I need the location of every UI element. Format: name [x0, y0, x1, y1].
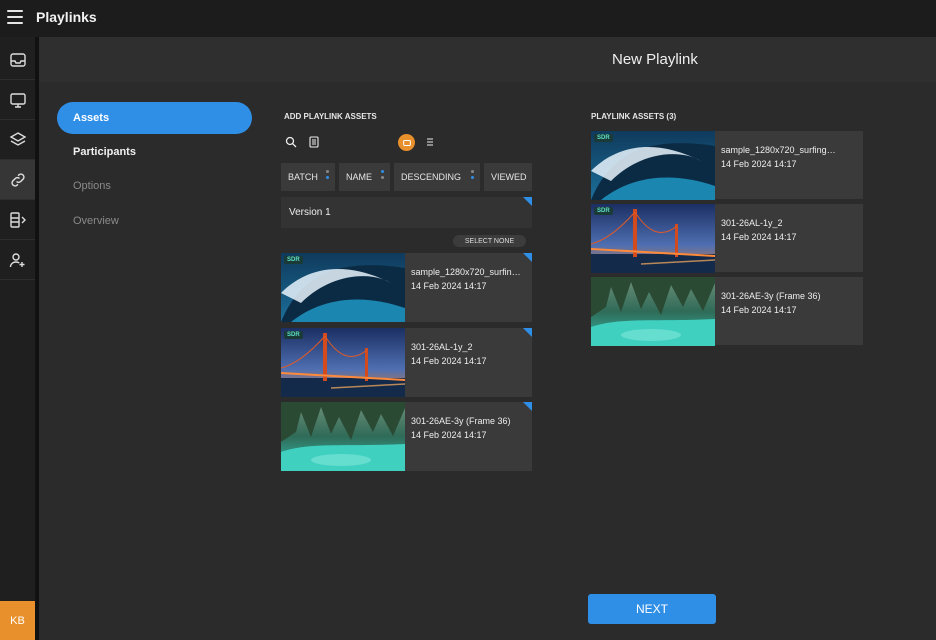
page-header: New Playlink — [39, 37, 936, 82]
asset-card[interactable]: 301-26AE-3y (Frame 36) 14 Feb 2024 14:17 — [281, 402, 532, 471]
selected-corner-indicator — [523, 402, 532, 411]
sort-batch-label: BATCH — [288, 172, 318, 182]
sort-order-button[interactable]: DESCENDING — [394, 163, 480, 191]
asset-date: 14 Feb 2024 14:17 — [411, 356, 487, 366]
asset-card[interactable]: SDR 301-26AL-1y_2 14 Feb 2024 14:17 — [281, 328, 532, 397]
monitor-icon — [9, 92, 26, 108]
selected-corner-indicator — [523, 253, 532, 262]
list-view-icon — [427, 138, 433, 146]
asset-thumbnail: SDR — [591, 131, 715, 200]
asset-name: 301-26AL-1y_2 — [721, 218, 783, 228]
nav-users[interactable] — [0, 240, 35, 280]
asset-date: 14 Feb 2024 14:17 — [721, 159, 797, 169]
sort-viewed-button[interactable]: VIEWED — [484, 163, 532, 191]
avatar[interactable]: KB — [0, 601, 35, 640]
nav-inbox[interactable] — [0, 40, 35, 80]
asset-date: 14 Feb 2024 14:17 — [721, 305, 797, 315]
step-overview[interactable]: Overview — [57, 205, 252, 237]
asset-name: sample_1280x720_surfin… — [411, 267, 521, 277]
step-options[interactable]: Options — [57, 170, 252, 202]
asset-card[interactable]: SDR sample_1280x720_surfin… 14 Feb 2024 … — [281, 253, 532, 322]
asset-date: 14 Feb 2024 14:17 — [411, 281, 487, 291]
asset-name: sample_1280x720_surfing… — [721, 145, 836, 155]
select-none-button[interactable]: SELECT NONE — [453, 235, 526, 247]
document-icon — [309, 136, 319, 148]
nav-storage[interactable] — [0, 200, 35, 240]
selected-corner-indicator — [523, 197, 532, 206]
asset-date: 14 Feb 2024 14:17 — [721, 232, 797, 242]
selected-corner-indicator — [523, 328, 532, 337]
sort-batch-dots — [326, 170, 330, 182]
step-participants[interactable]: Participants — [57, 136, 252, 168]
playlink-asset-card[interactable]: 301-26AE-3y (Frame 36) 14 Feb 2024 14:17 — [591, 277, 863, 346]
step-assets[interactable]: Assets — [57, 102, 252, 134]
version-row[interactable]: Version 1 — [281, 197, 532, 228]
asset-thumbnail: SDR — [281, 253, 405, 322]
search-button[interactable] — [283, 134, 299, 150]
asset-thumbnail — [591, 277, 715, 346]
sort-batch-button[interactable]: BATCH — [281, 163, 335, 191]
rail-divider — [35, 37, 39, 640]
sdr-badge: SDR — [594, 207, 613, 215]
tile-view-button[interactable] — [398, 134, 415, 151]
playlink-asset-card[interactable]: SDR sample_1280x720_surfing… 14 Feb 2024… — [591, 131, 863, 200]
sdr-badge: SDR — [284, 331, 303, 339]
top-bar: Playlinks — [0, 0, 936, 37]
link-icon — [10, 172, 25, 187]
asset-name: 301-26AL-1y_2 — [411, 342, 473, 352]
asset-thumbnail: SDR — [591, 204, 715, 273]
sort-name-dots — [381, 170, 385, 182]
sort-name-label: NAME — [346, 172, 373, 182]
app-title: Playlinks — [36, 9, 97, 25]
asset-thumbnail — [281, 402, 405, 471]
sdr-badge: SDR — [284, 256, 303, 264]
sort-order-label: DESCENDING — [401, 172, 462, 182]
nav-monitor[interactable] — [0, 80, 35, 120]
sort-name-button[interactable]: NAME — [339, 163, 390, 191]
storage-icon — [9, 211, 26, 228]
user-settings-icon — [9, 252, 24, 267]
nav-rail — [0, 37, 35, 640]
playlink-asset-card[interactable]: SDR 301-26AL-1y_2 14 Feb 2024 14:17 — [591, 204, 863, 273]
hamburger-menu-icon[interactable] — [7, 10, 23, 24]
search-icon — [285, 136, 297, 148]
asset-name: 301-26AE-3y (Frame 36) — [411, 416, 511, 426]
version-label: Version 1 — [289, 207, 331, 218]
playlink-assets-heading: PLAYLINK ASSETS (3) — [591, 112, 677, 121]
sort-viewed-label: VIEWED — [491, 172, 527, 182]
asset-name: 301-26AE-3y (Frame 36) — [721, 291, 821, 301]
document-button[interactable] — [306, 134, 322, 150]
tile-view-icon — [402, 139, 411, 146]
sdr-badge: SDR — [594, 134, 613, 142]
next-button[interactable]: NEXT — [588, 594, 716, 624]
list-view-button[interactable] — [422, 134, 438, 150]
asset-date: 14 Feb 2024 14:17 — [411, 430, 487, 440]
page-title: New Playlink — [612, 51, 698, 68]
inbox-icon — [9, 52, 26, 67]
sort-order-dots — [471, 170, 475, 182]
nav-layers[interactable] — [0, 120, 35, 160]
add-assets-heading: ADD PLAYLINK ASSETS — [284, 112, 377, 121]
nav-playlinks[interactable] — [0, 160, 35, 200]
asset-thumbnail: SDR — [281, 328, 405, 397]
layers-icon — [9, 131, 26, 146]
